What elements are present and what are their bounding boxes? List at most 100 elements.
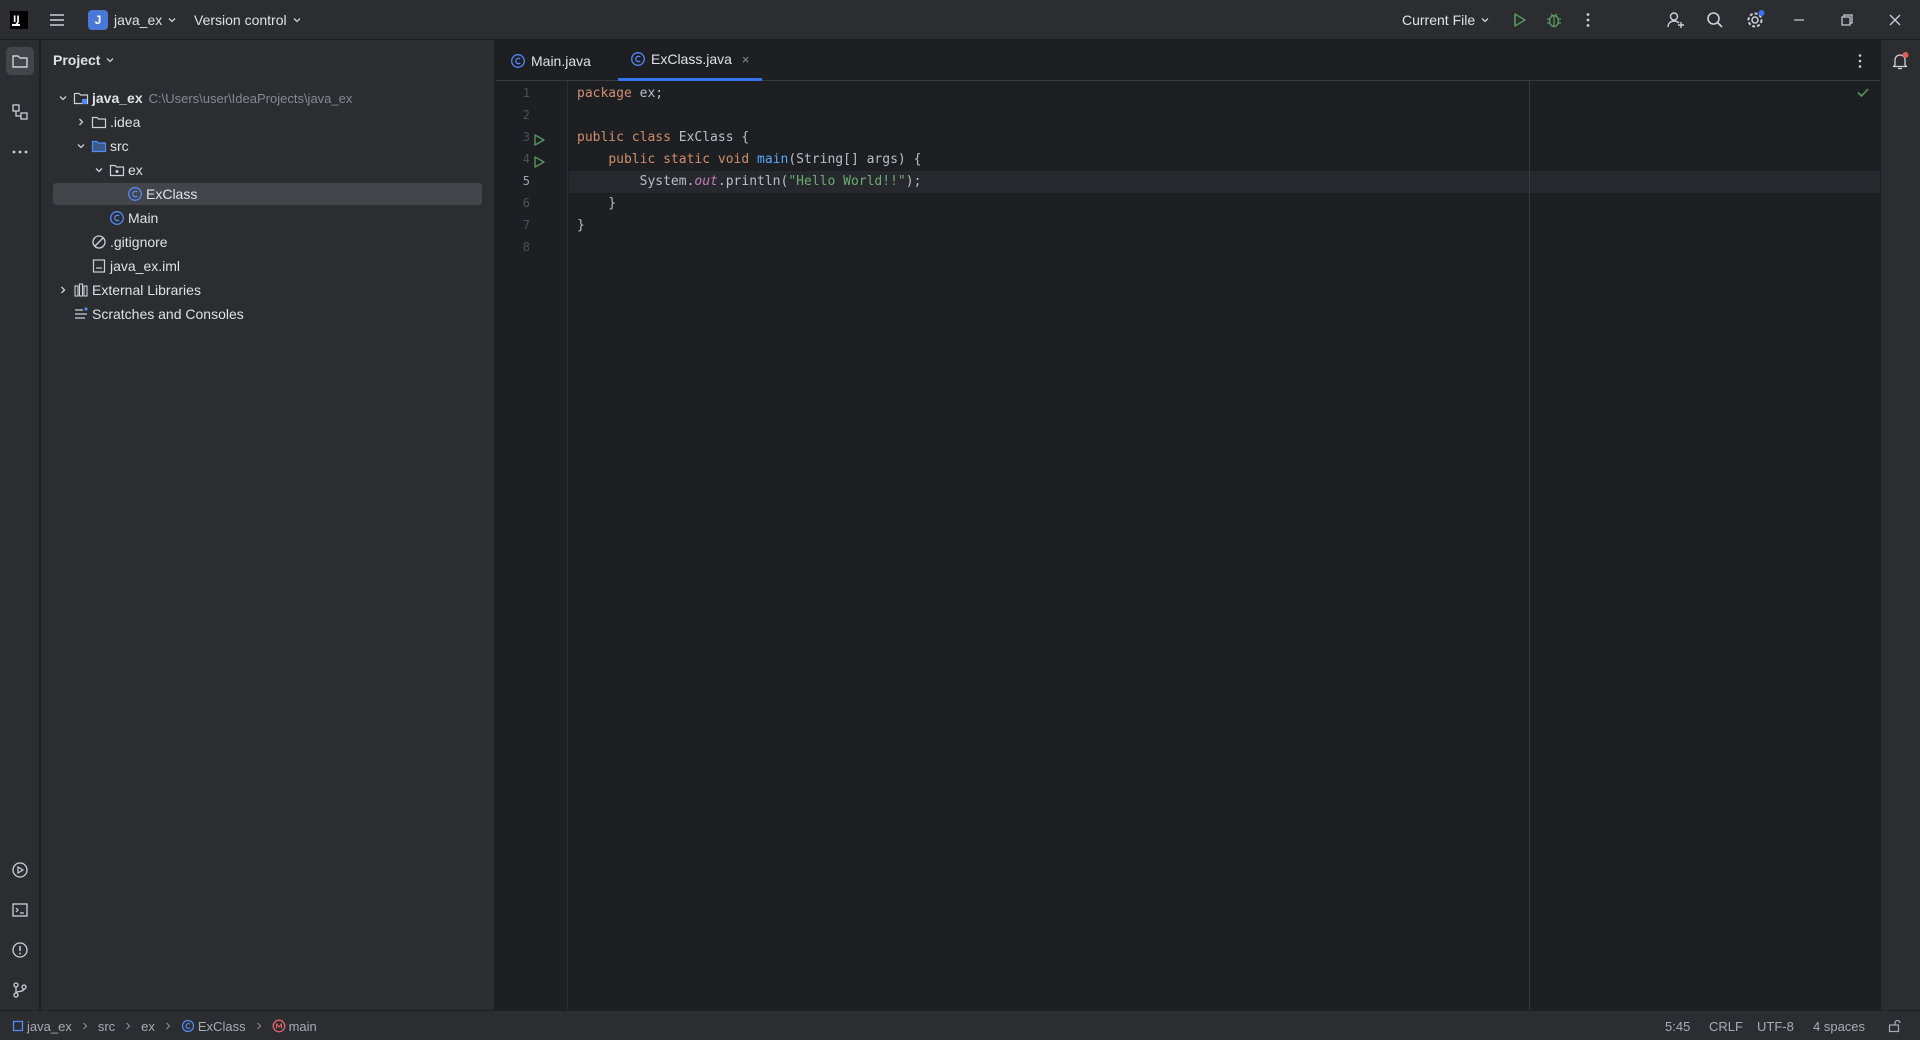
more-vertical-icon[interactable]	[1852, 52, 1868, 70]
more-tools-button[interactable]	[6, 138, 34, 166]
notifications-button[interactable]	[1886, 47, 1914, 75]
run-icon[interactable]	[1510, 0, 1528, 40]
tree-node-exclass[interactable]: ExClass	[53, 183, 482, 205]
tree-label: java_ex	[92, 90, 143, 106]
chevron-down-icon	[91, 162, 107, 178]
settings-icon[interactable]	[1744, 0, 1766, 40]
tab-exclass-java[interactable]: ExClass.java ×	[618, 40, 762, 81]
code-token: package	[577, 86, 632, 101]
hamburger-menu-icon[interactable]	[48, 0, 66, 40]
tab-main-java[interactable]: Main.java	[498, 40, 603, 81]
checkmark-icon[interactable]	[1856, 85, 1870, 99]
tree-label: External Libraries	[92, 282, 201, 298]
tree-node-src[interactable]: src	[53, 135, 482, 157]
tab-close-icon[interactable]: ×	[742, 52, 750, 67]
chevron-down-icon	[107, 58, 114, 63]
run-config-selector[interactable]: Current File	[1402, 0, 1490, 40]
tree-node-ex[interactable]: ex	[53, 159, 482, 181]
terminal-tool-button[interactable]	[6, 896, 34, 924]
code-token: }	[577, 196, 617, 211]
project-panel: Project java_ex C:\Users\user\IdeaProjec…	[41, 40, 495, 1010]
version-control-menu[interactable]: Version control	[194, 0, 302, 40]
git-tool-button[interactable]	[6, 976, 34, 1004]
tree-node-gitignore[interactable]: .gitignore	[53, 231, 482, 253]
run-config-label: Current File	[1402, 12, 1476, 28]
breadcrumb-item[interactable]: java_ex	[27, 1019, 72, 1034]
chevron-right-icon	[165, 1022, 171, 1030]
line-number: 1	[522, 86, 530, 100]
libraries-icon	[73, 282, 89, 298]
code-token: ExClass {	[670, 130, 750, 145]
project-switcher[interactable]: J java_ex	[88, 0, 177, 40]
line-number: 8	[522, 240, 530, 254]
tree-node-external-libraries[interactable]: External Libraries	[53, 279, 482, 301]
breadcrumb-item[interactable]: main	[289, 1019, 317, 1034]
java-class-icon	[109, 210, 125, 226]
chevron-right-icon	[73, 114, 89, 130]
indent-setting[interactable]: 4 spaces	[1813, 1011, 1865, 1040]
line-number: 2	[522, 108, 530, 122]
code-line: }	[569, 215, 1880, 237]
lock-icon[interactable]	[1887, 1011, 1901, 1040]
module-folder-icon	[73, 90, 89, 106]
app-logo-icon[interactable]: IJ	[9, 0, 29, 40]
chevron-down-icon	[293, 18, 301, 23]
tree-label: src	[110, 138, 129, 154]
tree-label: Main	[128, 210, 159, 226]
search-icon[interactable]	[1705, 0, 1725, 40]
terminal-icon	[12, 903, 28, 917]
add-user-icon[interactable]	[1666, 0, 1686, 40]
project-name: java_ex	[114, 12, 163, 28]
tree-label: ExClass	[146, 186, 198, 202]
chevron-right-icon	[126, 1022, 131, 1030]
breadcrumb-item[interactable]: ExClass	[198, 1019, 246, 1034]
package-icon	[109, 162, 125, 178]
tree-node-scratches[interactable]: Scratches and Consoles	[53, 303, 482, 325]
tree-node-main[interactable]: Main	[53, 207, 482, 229]
close-icon[interactable]	[1888, 0, 1902, 40]
tree-node-java-ex[interactable]: java_ex C:\Users\user\IdeaProjects\java_…	[53, 87, 482, 109]
code-token: System.	[577, 174, 695, 189]
panel-title: Project	[53, 52, 101, 68]
code-editor[interactable]: package ex; public class ExClass { publi…	[569, 81, 1880, 1010]
chevron-down-icon	[55, 90, 71, 106]
services-tool-button[interactable]	[6, 856, 34, 884]
bell-icon	[1892, 52, 1909, 70]
tree-node-idea[interactable]: .idea	[53, 111, 482, 133]
breadcrumb-item[interactable]: src	[98, 1019, 115, 1034]
problems-tool-button[interactable]	[6, 936, 34, 964]
tree-node-iml[interactable]: java_ex.iml	[53, 255, 482, 277]
method-icon	[272, 1019, 286, 1033]
caret-position[interactable]: 5:45	[1665, 1011, 1690, 1040]
gutter-run-icon[interactable]	[532, 133, 546, 147]
folder-icon	[12, 55, 28, 68]
tree-label: java_ex.iml	[110, 258, 181, 274]
problems-icon	[12, 942, 28, 958]
more-horizontal-icon	[12, 150, 28, 154]
iml-file-icon	[91, 258, 107, 274]
tree-path-hint: C:\Users\user\IdeaProjects\java_ex	[148, 90, 353, 106]
line-separator[interactable]: CRLF	[1709, 1011, 1743, 1040]
editor-area: Main.java ExClass.java × 1 2 3 4 5 6 7 8…	[496, 40, 1880, 1010]
code-token: public class	[577, 130, 671, 145]
structure-tool-button[interactable]	[6, 98, 34, 126]
breadcrumb-item[interactable]: ex	[141, 1019, 155, 1034]
chevron-right-icon	[55, 282, 71, 298]
ignore-file-icon	[91, 234, 107, 250]
line-number: 3	[522, 130, 530, 144]
chevron-right-icon	[256, 1022, 261, 1030]
restore-icon[interactable]	[1840, 0, 1854, 40]
code-token: main	[757, 152, 789, 167]
gutter-run-icon[interactable]	[532, 155, 546, 169]
more-vertical-icon[interactable]	[1580, 0, 1596, 40]
project-tool-button[interactable]	[6, 47, 34, 75]
file-encoding[interactable]: UTF-8	[1757, 1011, 1794, 1040]
debug-icon[interactable]	[1545, 0, 1563, 40]
minimize-icon[interactable]	[1792, 0, 1806, 40]
folder-icon	[91, 114, 107, 130]
project-panel-header[interactable]: Project	[53, 40, 115, 80]
line-number-gutter: 1 2 3 4 5 6 7 8	[496, 81, 568, 1010]
title-bar: IJ J java_ex Version control Current Fil…	[0, 0, 1920, 40]
